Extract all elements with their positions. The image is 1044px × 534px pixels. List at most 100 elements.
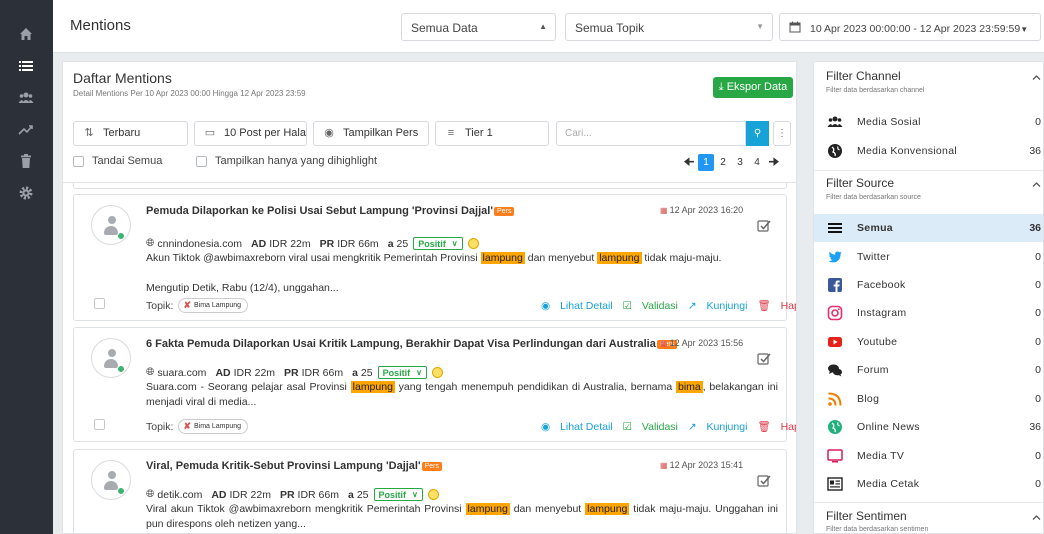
filter-item-blog[interactable]: Blog 0 (814, 385, 1043, 413)
filter-item-forum[interactable]: Forum 0 (814, 356, 1043, 384)
highlight-only[interactable]: Tampilkan hanya yang dihighlight (196, 155, 377, 167)
mention-title[interactable]: 6 Fakta Pemuda Dilaporkan Usai Kritik La… (146, 338, 678, 350)
topic-row: Topik: ✘ Bima Lampung (146, 298, 249, 313)
filter-item-semua[interactable]: Semua 36 (814, 214, 1043, 242)
highlight-only-checkbox[interactable] (196, 155, 207, 167)
mention-snippet: Akun Tiktok @awbimaxreborn viral usai me… (146, 251, 778, 296)
mention-card: Viral, Pemuda Kritik-Sebut Provinsi Lamp… (73, 449, 787, 533)
newspaper-icon (827, 476, 843, 492)
gear-icon[interactable] (18, 185, 34, 201)
source-name: detik.com (157, 488, 203, 501)
edit-icon[interactable] (757, 474, 771, 488)
twitter-icon (827, 249, 843, 265)
filter-item-youtube[interactable]: Youtube 0 (814, 328, 1043, 356)
sentiment-select[interactable]: Positif ∨ (413, 237, 463, 250)
filter-count: 0 (1035, 393, 1041, 405)
globe-icon (827, 419, 843, 435)
filter-item-media-cetak[interactable]: Media Cetak 0 (814, 470, 1043, 498)
view-detail-link[interactable]: ◉ Lihat Detail (541, 421, 613, 433)
delete-link[interactable]: 🗑︎ Hapus (757, 300, 796, 312)
filter-count: 0 (1035, 307, 1041, 319)
mention-title[interactable]: Pemuda Dilaporkan ke Polisi Usai Sebut L… (146, 205, 515, 217)
edit-icon[interactable] (757, 219, 771, 233)
list-icon[interactable] (18, 58, 34, 74)
rss-icon (827, 391, 843, 407)
mention-title-text: 6 Fakta Pemuda Dilaporkan Usai Kritik La… (146, 338, 656, 350)
globe-icon: 🌐︎ (146, 237, 155, 249)
validate-link[interactable]: ☑ Validasi (623, 421, 678, 433)
pr-label: PR (319, 237, 335, 250)
filter-count: 36 (1029, 421, 1041, 433)
filter-count: 0 (1035, 450, 1041, 462)
visit-link[interactable]: ↗ Kunjungi (688, 421, 748, 433)
search-button[interactable]: ⚲ (746, 121, 769, 146)
mention-checkbox[interactable] (94, 419, 105, 430)
search-input[interactable] (556, 121, 746, 146)
filter-item-facebook[interactable]: Facebook 0 (814, 271, 1043, 299)
users-icon[interactable] (18, 90, 34, 106)
visit-label: Kunjungi (706, 421, 748, 433)
filter-label: Forum (857, 364, 889, 376)
remove-icon[interactable]: ✘ (183, 421, 191, 432)
tier-select[interactable]: ≡ Tier 1 (435, 121, 549, 146)
remove-icon[interactable]: ✘ (183, 300, 191, 311)
mention-date: ▦ 12 Apr 2023 15:41 (660, 460, 743, 470)
calendar-icon (789, 21, 801, 33)
filter-item-media-sosial[interactable]: Media Sosial 0 (814, 108, 1043, 136)
filter-item-twitter[interactable]: Twitter 0 (814, 243, 1043, 271)
select-all-checkbox[interactable] (73, 155, 84, 167)
pers-badge: Pers (421, 461, 442, 471)
date-range-picker[interactable]: 10 Apr 2023 00:00:00 - 12 Apr 2023 23:59… (779, 13, 1041, 41)
trend-icon[interactable] (18, 122, 34, 138)
delete-link[interactable]: 🗑︎ Hapus (757, 421, 796, 433)
sentiment-select[interactable]: Positif ∨ (377, 366, 427, 379)
page-1[interactable]: 1 (698, 154, 714, 171)
filter-item-online-news[interactable]: Online News 36 (814, 413, 1043, 441)
select-all[interactable]: Tandai Semua (73, 155, 162, 167)
more-options-icon[interactable]: ⋮ (773, 121, 791, 146)
mention-date: ▦ 12 Apr 2023 16:20 (660, 205, 743, 215)
chevron-up-icon[interactable] (1032, 73, 1041, 82)
ad-label: AD (251, 237, 267, 250)
trash-icon[interactable] (18, 153, 34, 169)
chevron-up-icon[interactable] (1032, 180, 1041, 189)
delete-label: Hapus (780, 300, 796, 312)
page-3[interactable]: 3 (732, 154, 748, 171)
prev-page-icon[interactable]: 🠈 (681, 154, 697, 171)
export-button[interactable]: ⤓ Ekspor Data (713, 77, 793, 98)
snippet-continuation: Mengutip Detik, Rabu (12/4), unggahan... (146, 282, 339, 294)
per-page-select[interactable]: ▭ 10 Post per Halaman (194, 121, 307, 146)
filter-label: Media TV (857, 450, 905, 462)
filter-label: Facebook (857, 279, 906, 291)
snippet-part: tidak maju-maju. (641, 252, 722, 264)
mention-title-text: Viral, Pemuda Kritik-Sebut Provinsi Lamp… (146, 460, 421, 472)
mention-actions: ◉ Lihat Detail ☑ Validasi ↗ Kunjungi 🗑︎ … (534, 420, 796, 433)
mention-snippet: Viral akun Tiktok @awbimaxreborn mengkri… (146, 502, 778, 532)
visit-link[interactable]: ↗ Kunjungi (688, 300, 748, 312)
mention-checkbox[interactable] (94, 298, 105, 309)
source-name: suara.com (157, 366, 207, 379)
hdd-icon: ▭ (204, 127, 216, 139)
topic-select[interactable]: Semua Topik ▼ (565, 13, 773, 41)
sentiment-select[interactable]: Positif ∨ (373, 488, 423, 501)
validate-link[interactable]: ☑ Validasi (623, 300, 678, 312)
home-icon[interactable] (18, 26, 34, 42)
filter-count: 36 (1029, 222, 1041, 234)
filter-item-media-konvensional[interactable]: Media Konvensional 36 (814, 137, 1043, 165)
edit-icon[interactable] (757, 352, 771, 366)
filter-item-instagram[interactable]: Instagram 0 (814, 299, 1043, 327)
view-detail-link[interactable]: ◉ Lihat Detail (541, 300, 613, 312)
topic-tag[interactable]: ✘ Bima Lampung (178, 419, 249, 434)
sort-select[interactable]: ⇅ Terbaru (73, 121, 188, 146)
page-2[interactable]: 2 (715, 154, 731, 171)
filter-item-media-tv[interactable]: Media TV 0 (814, 442, 1043, 470)
mention-title[interactable]: Viral, Pemuda Kritik-Sebut Provinsi Lamp… (146, 460, 442, 472)
pr-value: IDR 66m (337, 237, 379, 250)
mention-card: Pemuda Dilaporkan ke Polisi Usai Sebut L… (73, 194, 796, 321)
data-select[interactable]: Semua Data ▲︎ (401, 13, 556, 41)
topic-tag[interactable]: ✘ Bima Lampung (178, 298, 249, 313)
next-page-icon[interactable]: 🠊 (766, 154, 782, 171)
chevron-up-icon[interactable] (1032, 513, 1041, 522)
view-select[interactable]: ◉ Tampilkan Pers (313, 121, 429, 146)
page-4[interactable]: 4 (749, 154, 765, 171)
